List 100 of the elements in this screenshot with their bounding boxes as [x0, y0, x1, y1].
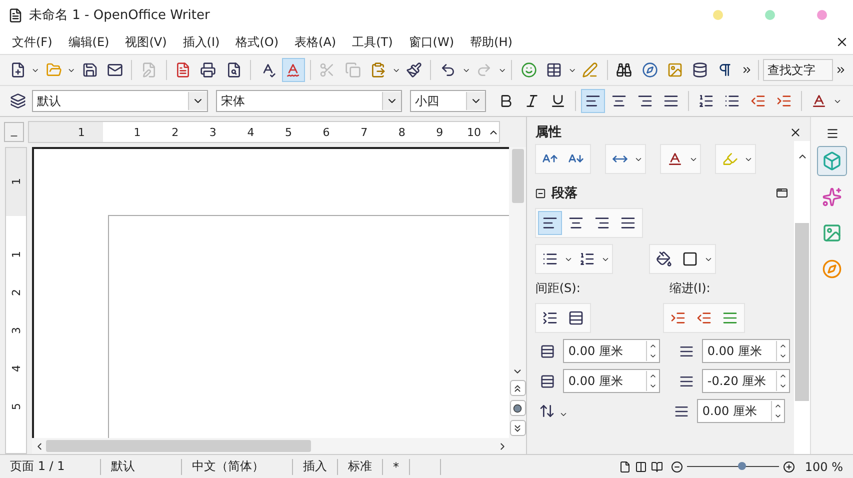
vertical-ruler: 1 1 2 3 4 5 — [5, 147, 27, 454]
align-right-icon — [594, 215, 610, 231]
menu-item[interactable]: 视图(V) — [117, 34, 175, 50]
increase-indent-icon — [776, 93, 792, 109]
window-title: 未命名 1 - OpenOffice Writer — [29, 7, 211, 24]
properties-cube-icon — [822, 151, 842, 171]
styles-sparkle-icon — [822, 187, 842, 207]
close-icon[interactable] — [835, 35, 849, 49]
page-style: 默认 — [101, 458, 182, 474]
mail-icon — [106, 62, 123, 78]
spin-up-icon[interactable] — [649, 372, 658, 380]
scrollbar-thumb[interactable] — [512, 149, 524, 203]
print-icon — [200, 62, 216, 78]
spin-up-icon[interactable] — [649, 342, 658, 350]
collapse-icon[interactable] — [535, 188, 546, 198]
spin-down-icon[interactable] — [779, 382, 788, 390]
spin-up-icon[interactable] — [779, 342, 788, 350]
numbered-list-icon — [579, 251, 596, 267]
navigation-button[interactable] — [510, 400, 526, 416]
menu-item[interactable]: 帮助(H) — [462, 34, 520, 50]
insert-mode[interactable]: 插入 — [293, 458, 338, 474]
border-icon — [682, 251, 698, 267]
next-page-button[interactable] — [510, 420, 526, 436]
zoom-out-icon[interactable] — [670, 460, 683, 472]
spin-field[interactable]: 0.00 厘米 — [563, 339, 660, 363]
binoculars-icon — [616, 62, 632, 78]
draw-icon — [582, 62, 598, 78]
align-left-button[interactable] — [581, 89, 605, 113]
menu-item[interactable]: 窗口(W) — [400, 34, 462, 50]
overflow-icon[interactable] — [740, 64, 752, 76]
cut-icon — [319, 62, 336, 78]
spin-down-icon[interactable] — [774, 412, 782, 420]
single-page-view-icon[interactable] — [618, 460, 631, 472]
align-left-button[interactable] — [538, 211, 562, 235]
spin-up-icon[interactable] — [779, 372, 788, 380]
scrollbar-thumb[interactable] — [46, 440, 311, 452]
menu-item[interactable]: 格式(O) — [228, 34, 287, 50]
font-size-dropdown[interactable]: 小四 — [410, 90, 486, 112]
spacing-label: 间距(S): — [535, 280, 582, 297]
language: 中文（简体） — [182, 458, 293, 474]
menu-item[interactable]: 插入(I) — [174, 34, 228, 50]
database-icon — [692, 62, 708, 78]
circle-icon — [513, 404, 522, 412]
print-preview-icon — [226, 62, 242, 78]
more-options-icon[interactable] — [776, 187, 788, 199]
zoom-slider-thumb[interactable] — [738, 462, 746, 470]
justify-icon — [620, 215, 636, 231]
picture-icon — [666, 62, 683, 78]
bullet-list-icon — [542, 251, 558, 267]
double-up-icon — [512, 382, 524, 394]
decrease-indent-icon — [750, 93, 766, 109]
clone-brush-icon — [406, 62, 422, 78]
spin-field[interactable]: 0.00 厘米 — [697, 399, 786, 423]
menu-item[interactable]: 文件(F) — [4, 34, 60, 50]
paragraph-style-dropdown[interactable]: 默认 — [32, 90, 208, 112]
smiley-icon — [520, 62, 537, 78]
undo-icon — [440, 62, 456, 78]
menu-icon[interactable] — [826, 127, 839, 140]
menu-item[interactable]: 表格(A) — [286, 34, 344, 50]
caret-icon[interactable] — [559, 410, 568, 419]
menu-item[interactable]: 编辑(E) — [60, 34, 118, 50]
horizontal-ruler: 1 1 2 3 4 5 6 7 8 9 10 — [28, 121, 500, 143]
selection-mode[interactable]: 标准 — [338, 458, 383, 474]
copy-icon — [344, 62, 361, 78]
zoom-percentage: 100 % — [804, 458, 844, 474]
styles-icon — [10, 93, 26, 109]
paint-bucket-icon — [656, 251, 672, 267]
autospellcheck-button[interactable] — [282, 58, 305, 82]
spin-up-icon[interactable] — [774, 402, 782, 410]
previous-page-button[interactable] — [510, 380, 526, 396]
page-count: 页面 1 / 1 — [0, 458, 101, 474]
find-text-field[interactable]: 查找文字 — [763, 59, 834, 81]
section-title[interactable]: 段落 — [551, 184, 772, 202]
close-icon[interactable] — [789, 126, 802, 138]
spin-field[interactable]: 0.00 厘米 — [563, 369, 660, 393]
indent-label: 缩进(I): — [669, 280, 710, 297]
picture-icon — [822, 223, 842, 243]
spin-field[interactable]: -0.20 厘米 — [702, 369, 790, 393]
book-view-icon[interactable] — [650, 460, 663, 472]
spin-down-icon[interactable] — [649, 382, 658, 390]
align-center-icon — [611, 93, 627, 109]
spin-down-icon[interactable] — [779, 352, 788, 360]
align-right-icon — [637, 93, 653, 109]
spin-down-icon[interactable] — [649, 352, 658, 360]
autospellcheck-icon — [285, 62, 302, 78]
highlight-icon — [722, 151, 738, 167]
font-color-icon — [667, 151, 684, 167]
line-spacing-icon — [539, 403, 556, 419]
font-name-dropdown[interactable]: 宋体 — [216, 90, 402, 112]
menu-item[interactable]: 工具(T) — [344, 34, 401, 50]
justify-icon — [663, 93, 679, 109]
paste-icon — [370, 62, 386, 78]
properties-cube-tab[interactable] — [817, 146, 848, 176]
numbered-list-icon — [698, 93, 714, 109]
two-page-view-icon[interactable] — [634, 460, 647, 472]
sidebar-title: 属性 — [535, 124, 562, 141]
save-icon — [82, 62, 98, 78]
zoom-in-icon[interactable] — [782, 460, 795, 472]
scrollbar-thumb[interactable] — [795, 223, 810, 401]
spin-field[interactable]: 0.00 厘米 — [702, 339, 790, 363]
